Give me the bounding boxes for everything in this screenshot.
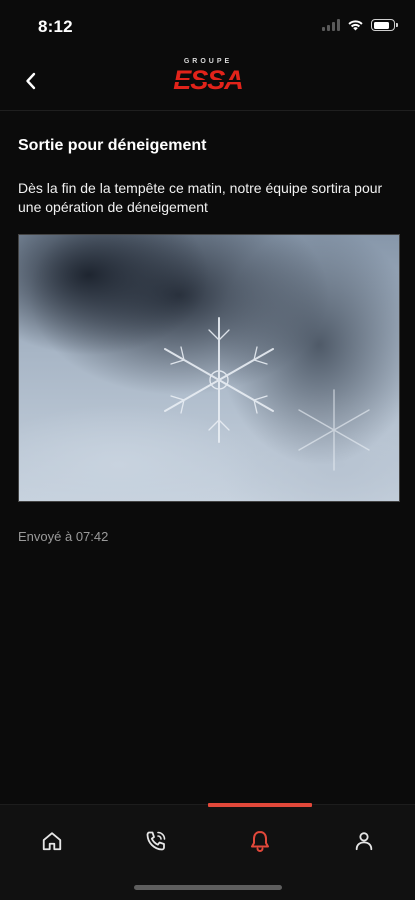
- status-time: 8:12: [38, 17, 73, 36]
- back-button[interactable]: [16, 66, 46, 96]
- status-icons: [322, 19, 398, 31]
- wifi-icon: [348, 20, 363, 31]
- cellular-signal-icon: [322, 19, 340, 31]
- tab-profile[interactable]: [344, 821, 384, 861]
- groupe-essa-logo: GROUPE ESSA: [170, 58, 246, 104]
- tab-notifications[interactable]: [240, 821, 280, 861]
- battery-icon: [371, 19, 398, 31]
- notification-detail: Sortie pour déneigement Dès la fin de la…: [18, 110, 400, 544]
- sent-time: Envoyé à 07:42: [18, 529, 109, 544]
- bell-icon: [251, 831, 269, 852]
- tab-home[interactable]: [32, 821, 72, 861]
- navigation-bar: GROUPE ESSA: [0, 54, 415, 111]
- phone-call-icon: [146, 831, 166, 851]
- active-tab-indicator: [208, 803, 312, 807]
- logo-stripe: [174, 80, 242, 82]
- home-icon: [42, 832, 62, 851]
- notification-body: Dès la fin de la tempête ce matin, notre…: [18, 180, 383, 215]
- chevron-left-icon: [26, 72, 36, 90]
- notification-title: Sortie pour déneigement: [18, 137, 207, 154]
- home-indicator[interactable]: [134, 885, 282, 890]
- logo-top-text: GROUPE: [183, 58, 233, 65]
- tab-contact[interactable]: [136, 821, 176, 861]
- notification-image: [18, 234, 400, 502]
- user-icon: [355, 832, 373, 851]
- snowflake-illustration: [164, 317, 370, 471]
- status-bar: 8:12: [0, 0, 415, 54]
